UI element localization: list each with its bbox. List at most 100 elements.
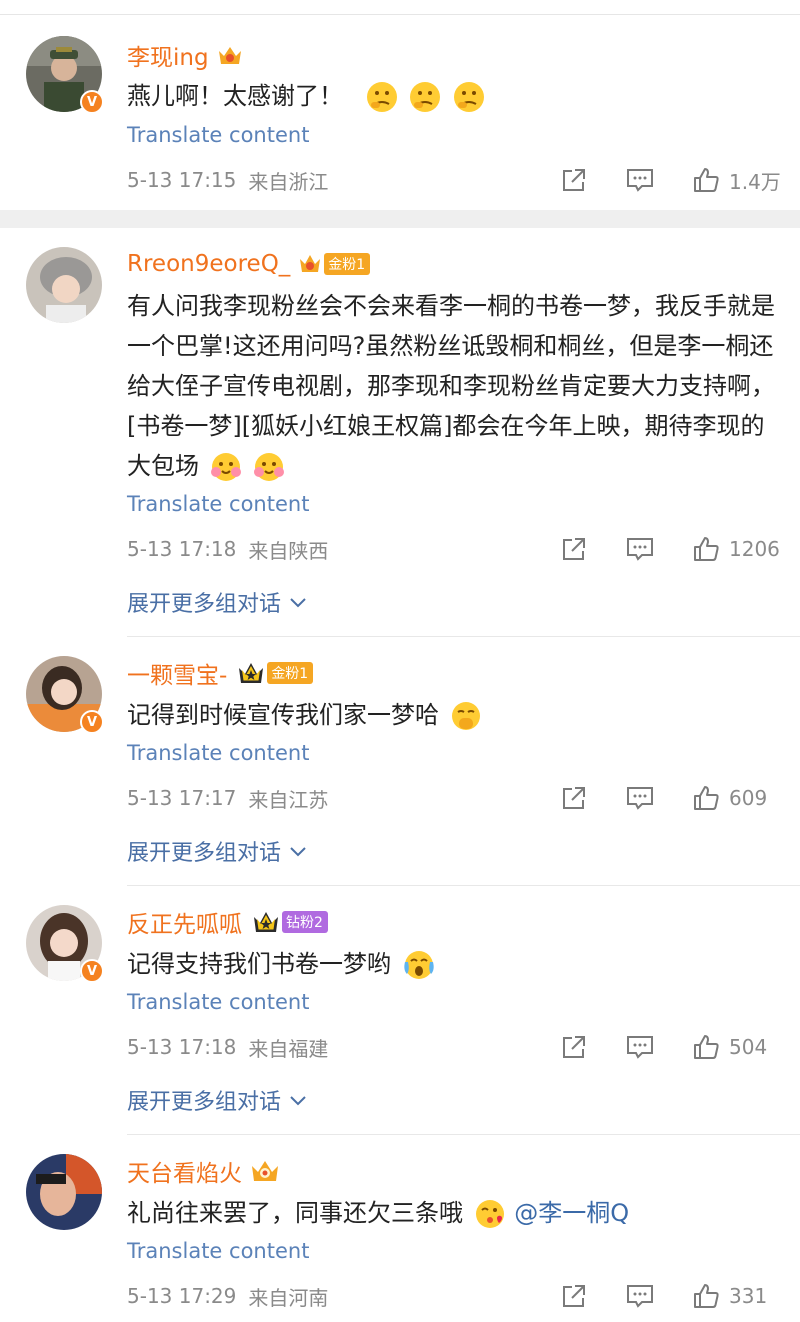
like-count: 1.4万: [729, 169, 781, 194]
location: 来自河南: [248, 1285, 329, 1310]
name-row: 一颗雪宝- 金粉1: [127, 656, 314, 690]
divider: [127, 885, 800, 886]
thumbs-up-icon: [694, 1284, 719, 1308]
fan-level-badge: 金粉1: [324, 253, 371, 275]
comment-body: 燕儿啊！太感谢了！: [127, 82, 343, 110]
expand-replies-link[interactable]: 展开更多组对话: [127, 1084, 307, 1116]
location: 来自陕西: [248, 538, 329, 563]
name-row: 天台看焰火: [127, 1154, 280, 1188]
like-count: 331: [729, 1284, 768, 1308]
like-count: 1206: [729, 537, 780, 561]
meta-row: 5-13 17:29 来自河南 331: [127, 1278, 787, 1314]
username[interactable]: 天台看焰火: [127, 1154, 242, 1188]
share-icon[interactable]: [559, 783, 589, 813]
comment-icon[interactable]: [625, 165, 655, 195]
translate-link[interactable]: Translate content: [127, 123, 309, 147]
crown-icon: [239, 663, 264, 683]
like-button[interactable]: 609: [691, 783, 787, 813]
translate-link[interactable]: Translate content: [127, 1239, 309, 1263]
action-bar: 331: [559, 1278, 787, 1314]
comment-text: 记得支持我们书卷一梦哟: [127, 944, 777, 984]
chevron-down-icon: [290, 1096, 306, 1106]
like-button[interactable]: 504: [691, 1032, 787, 1062]
comment-icon[interactable]: [625, 534, 655, 564]
avatar[interactable]: V: [26, 905, 104, 983]
avatar[interactable]: [26, 247, 102, 323]
translate-link[interactable]: Translate content: [127, 741, 309, 765]
action-bar: 504: [559, 1029, 787, 1065]
action-bar: 1206: [559, 531, 787, 567]
location: 来自浙江: [248, 169, 329, 194]
thumbs-up-icon: [694, 786, 719, 810]
crown-icon: [300, 255, 321, 272]
share-icon[interactable]: [559, 534, 589, 564]
divider: [127, 636, 800, 637]
thumbs-up-icon: [694, 537, 719, 561]
timestamp: 5-13 17:17: [127, 786, 237, 810]
expand-replies-link[interactable]: 展开更多组对话: [127, 586, 307, 618]
crown-icon: [254, 912, 278, 932]
timestamp: 5-13 17:18: [127, 1035, 237, 1059]
timestamp: 5-13 17:29: [127, 1284, 237, 1308]
location: 来自江苏: [248, 787, 329, 812]
user-mention-link[interactable]: @李一桐Q: [514, 1199, 629, 1227]
share-icon[interactable]: [559, 1281, 589, 1311]
comment-body: 礼尚往来罢了，同事还欠三条哦: [127, 1199, 463, 1227]
meta-row: 5-13 17:18 来自福建 504: [127, 1029, 787, 1065]
expand-label: 展开更多组对话: [127, 841, 282, 866]
share-icon[interactable]: [559, 1032, 589, 1062]
like-button[interactable]: 1206: [691, 534, 787, 564]
comment-text: 记得到时候宣传我们家一梦哈: [127, 695, 777, 735]
action-bar: 609: [559, 780, 787, 816]
comment-body: 记得支持我们书卷一梦哟: [127, 950, 391, 978]
username[interactable]: Rreon9eoreQ_: [127, 251, 290, 277]
like-button[interactable]: 331: [691, 1281, 787, 1311]
comment-icon[interactable]: [625, 783, 655, 813]
crown-icon: [218, 47, 241, 64]
verified-badge: V: [80, 90, 104, 114]
username[interactable]: 一颗雪宝-: [127, 656, 227, 690]
thinking-face-icon: [410, 82, 441, 112]
like-count: 504: [729, 1035, 768, 1059]
expand-label: 展开更多组对话: [127, 1090, 282, 1115]
translate-link[interactable]: Translate content: [127, 492, 309, 516]
translate-link[interactable]: Translate content: [127, 990, 309, 1014]
fan-level-badge: 钻粉2: [282, 911, 328, 933]
comment-icon[interactable]: [625, 1032, 655, 1062]
divider: [127, 1134, 800, 1135]
avatar[interactable]: V: [26, 656, 104, 734]
share-icon[interactable]: [559, 165, 589, 195]
flower-face-icon: [254, 453, 285, 481]
avatar[interactable]: V: [26, 36, 104, 114]
kiss-face-icon: [475, 1200, 504, 1228]
comment-icon[interactable]: [625, 1281, 655, 1311]
comment-text: 有人问我李现粉丝会不会来看李一桐的书卷一梦，我反手就是一个巴掌!这还用问吗?虽然…: [127, 286, 777, 486]
avatar-image: [26, 247, 102, 323]
comment-body: 记得到时候宣传我们家一梦哈: [127, 701, 439, 729]
section-gap: [0, 210, 800, 228]
comment-text: 燕儿啊！太感谢了！: [127, 76, 777, 116]
action-bar: 1.4万: [559, 162, 787, 198]
top-divider: [0, 14, 800, 15]
chevron-down-icon: [290, 598, 306, 608]
expand-replies-link[interactable]: 展开更多组对话: [127, 835, 307, 867]
meta-row: 5-13 17:18 来自陕西 1206: [127, 531, 787, 567]
shushing-face-icon: [451, 702, 480, 730]
avatar[interactable]: [26, 1154, 102, 1230]
verified-badge: V: [80, 959, 104, 983]
thinking-face-icon: [453, 82, 484, 112]
fan-level-badge: 金粉1: [267, 662, 314, 684]
chevron-down-icon: [290, 847, 306, 857]
name-row: Rreon9eoreQ_ 金粉1: [127, 249, 371, 279]
thinking-face-icon: [366, 82, 397, 112]
location: 来自福建: [248, 1036, 329, 1061]
like-button[interactable]: 1.4万: [691, 165, 787, 195]
thumbs-up-icon: [694, 168, 719, 192]
username[interactable]: 李现ing: [127, 38, 209, 72]
name-row: 反正先呱呱 钻粉2: [127, 905, 328, 939]
thumbs-up-icon: [694, 1035, 719, 1059]
meta-row: 5-13 17:15 来自浙江 1.4万: [127, 162, 787, 198]
crown-icon: [252, 1161, 278, 1181]
meta-row: 5-13 17:17 来自江苏 609: [127, 780, 787, 816]
username[interactable]: 反正先呱呱: [127, 905, 242, 939]
